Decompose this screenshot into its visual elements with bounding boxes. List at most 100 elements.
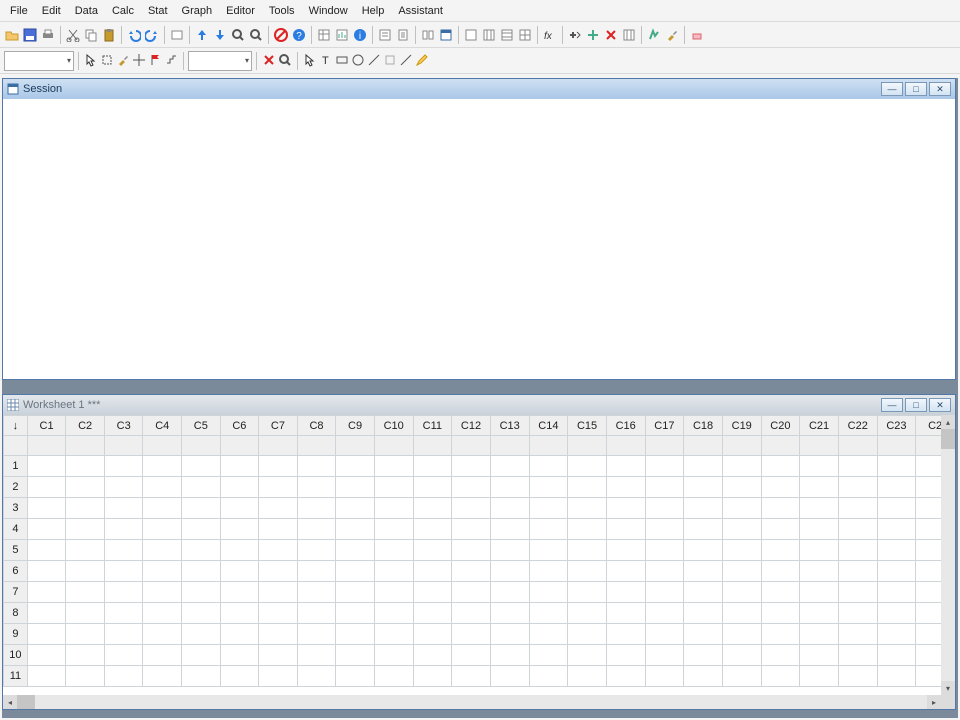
show-worksheets-icon[interactable] [316,27,332,43]
column-header[interactable]: C9 [336,416,375,436]
column-name-cell[interactable] [374,436,413,456]
worksheet-cell[interactable] [645,456,684,477]
find-icon[interactable] [230,27,246,43]
worksheet-cell[interactable] [800,645,839,666]
assign-formula-icon[interactable] [567,27,583,43]
insert-cell-icon[interactable] [585,27,601,43]
worksheet-cell[interactable] [143,603,182,624]
worksheet-cell[interactable] [220,603,259,624]
worksheet-cell[interactable] [645,477,684,498]
worksheet-cell[interactable] [490,624,529,645]
row-header[interactable]: 3 [4,498,28,519]
worksheet-cell[interactable] [259,624,298,645]
worksheet-cell[interactable] [374,519,413,540]
worksheet-cell[interactable] [529,498,568,519]
worksheet-cell[interactable] [143,477,182,498]
menu-editor[interactable]: Editor [220,3,261,19]
worksheet-cell[interactable] [66,519,105,540]
worksheet-cell[interactable] [66,666,105,687]
worksheet-cell[interactable] [297,603,336,624]
worksheet-cell[interactable] [684,603,723,624]
redo-icon[interactable] [144,27,160,43]
column-name-cell[interactable] [568,436,607,456]
worksheet-cell[interactable] [645,498,684,519]
worksheet-cell[interactable] [143,666,182,687]
columns-icon[interactable] [481,27,497,43]
worksheet-cell[interactable] [568,603,607,624]
worksheet-cell[interactable] [413,561,452,582]
row-header[interactable]: 11 [4,666,28,687]
worksheet-cell[interactable] [27,603,66,624]
column-name-cell[interactable] [220,436,259,456]
worksheet-cell[interactable] [761,603,800,624]
worksheet-cell[interactable] [761,624,800,645]
worksheet-cell[interactable] [761,456,800,477]
worksheet-cell[interactable] [529,456,568,477]
worksheet-cell[interactable] [490,645,529,666]
column-header[interactable]: C21 [800,416,839,436]
worksheet-cell[interactable] [722,645,761,666]
worksheet-cell[interactable] [336,624,375,645]
worksheet-cell[interactable] [568,582,607,603]
worksheet-cell[interactable] [374,456,413,477]
fx-icon[interactable]: fx [542,27,558,43]
menu-calc[interactable]: Calc [106,3,140,19]
worksheet-cell[interactable] [761,666,800,687]
worksheet-cell[interactable] [336,498,375,519]
help-icon[interactable]: ? [291,27,307,43]
worksheet-cell[interactable] [27,624,66,645]
worksheet-cell[interactable] [684,540,723,561]
worksheet-cell[interactable] [606,540,645,561]
worksheet-cell[interactable] [761,540,800,561]
session-output-area[interactable] [3,99,955,379]
worksheet-cell[interactable] [413,666,452,687]
worksheet-corner[interactable]: ↓ [4,416,28,436]
worksheet-cell[interactable] [259,498,298,519]
worksheet-cell[interactable] [645,519,684,540]
worksheet-cell[interactable] [413,498,452,519]
worksheet-cell[interactable] [182,477,221,498]
worksheet-cell[interactable] [800,519,839,540]
worksheet-cell[interactable] [800,540,839,561]
session-titlebar[interactable]: Session — □ ✕ [3,79,955,99]
worksheet-cell[interactable] [645,561,684,582]
worksheet-cell[interactable] [66,624,105,645]
worksheet-cell[interactable] [490,519,529,540]
scroll-down-button[interactable]: ▾ [941,681,955,695]
worksheet-cell[interactable] [182,561,221,582]
worksheet-cell[interactable] [66,477,105,498]
worksheet-cell[interactable] [606,603,645,624]
worksheet-cell[interactable] [182,519,221,540]
copy-icon[interactable] [83,27,99,43]
worksheet-cell[interactable] [182,603,221,624]
scroll-thumb[interactable] [941,429,955,449]
worksheet-cell[interactable] [220,477,259,498]
worksheet-cell[interactable] [336,645,375,666]
worksheet-cell[interactable] [606,561,645,582]
worksheet-scrollbar-vertical[interactable]: ▴ ▾ [941,415,955,695]
worksheet-cell[interactable] [259,582,298,603]
worksheet-cell[interactable] [877,456,916,477]
select-area-icon[interactable] [99,52,115,68]
worksheet-cell[interactable] [143,519,182,540]
worksheet-cell[interactable] [452,477,491,498]
worksheet-cell[interactable] [761,519,800,540]
worksheet-cell[interactable] [143,582,182,603]
worksheet-cell[interactable] [529,519,568,540]
worksheet-cell[interactable] [684,624,723,645]
worksheet-cell[interactable] [529,561,568,582]
worksheet-cell[interactable] [490,603,529,624]
options-win-icon[interactable] [463,27,479,43]
cut-icon[interactable] [65,27,81,43]
worksheet-cell[interactable] [297,561,336,582]
column-header[interactable]: C4 [143,416,182,436]
worksheet-cell[interactable] [182,456,221,477]
worksheet-cell[interactable] [800,477,839,498]
show-history-icon[interactable] [377,27,393,43]
column-header[interactable]: C14 [529,416,568,436]
worksheet-cell[interactable] [800,456,839,477]
last-dialog-icon[interactable] [646,27,662,43]
worksheet-cell[interactable] [684,456,723,477]
delete-icon[interactable] [261,52,277,68]
worksheet-cell[interactable] [800,603,839,624]
